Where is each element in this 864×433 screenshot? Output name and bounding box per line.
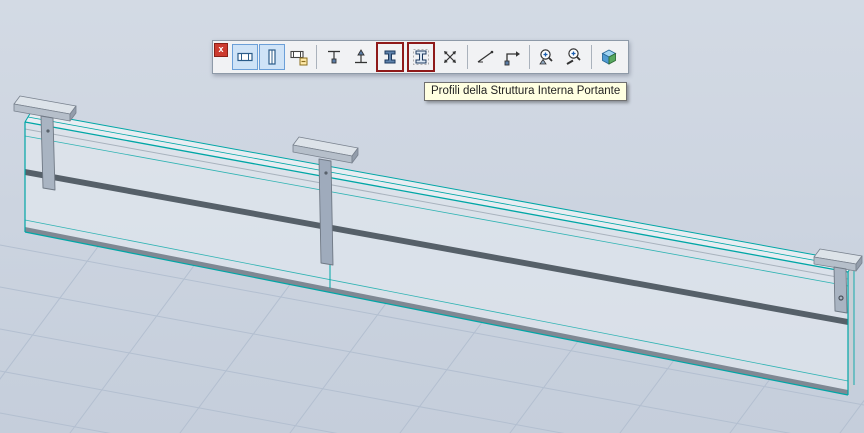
beam-end-face bbox=[848, 262, 854, 395]
slant-icon[interactable] bbox=[472, 44, 498, 70]
bolt-hole-icon bbox=[324, 171, 327, 174]
beam-elevation-icon[interactable] bbox=[232, 44, 258, 70]
beam-reference-icon[interactable] bbox=[286, 44, 312, 70]
column-elevation-icon[interactable] bbox=[259, 44, 285, 70]
whole-profile-icon[interactable] bbox=[409, 44, 433, 70]
zoom-line-icon[interactable] bbox=[561, 44, 587, 70]
toolbar-separator bbox=[591, 45, 592, 69]
bolt-hole-icon bbox=[46, 129, 49, 132]
core-profile-icon[interactable] bbox=[378, 44, 402, 70]
toolbar-separator bbox=[467, 45, 468, 69]
free-move-icon[interactable] bbox=[437, 44, 463, 70]
stretch-top-icon[interactable] bbox=[321, 44, 347, 70]
beam-model[interactable] bbox=[25, 112, 854, 395]
beam-front-face bbox=[25, 122, 848, 395]
3d-viewport[interactable]: x bbox=[0, 0, 864, 433]
core-profile-highlight-box bbox=[376, 42, 404, 72]
tooltip: Profili della Struttura Interna Portante bbox=[424, 82, 627, 101]
orbit-3d-icon[interactable] bbox=[596, 44, 622, 70]
close-button[interactable]: x bbox=[214, 43, 228, 57]
stretch-bottom-icon[interactable] bbox=[348, 44, 374, 70]
zoom-area-icon[interactable] bbox=[534, 44, 560, 70]
offset-edge-icon[interactable] bbox=[499, 44, 525, 70]
pet-palette-toolbar: x bbox=[212, 40, 629, 74]
toolbar-separator bbox=[316, 45, 317, 69]
whole-profile-highlight-box bbox=[407, 42, 435, 72]
toolbar-separator bbox=[529, 45, 530, 69]
